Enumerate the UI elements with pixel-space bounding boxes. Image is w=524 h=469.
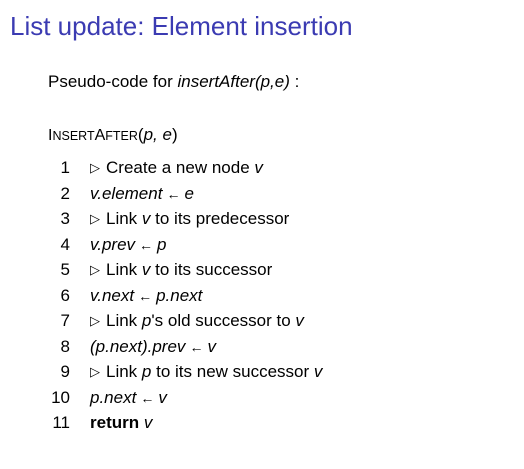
left-arrow-icon: ←	[166, 185, 181, 202]
slide-title: List update: Element insertion	[10, 11, 353, 41]
intro-text: Pseudo-code for insertAfter(p,e) :	[48, 71, 299, 93]
left-arrow-icon: ←	[138, 287, 153, 304]
code-content: v.prev ← p	[90, 234, 167, 256]
line-number: 1	[60, 158, 70, 177]
algorithm-name-rest-1: NSERT	[52, 129, 95, 143]
comment-triangle-icon: ▷	[90, 211, 100, 226]
assignment-lhs: v.element	[90, 183, 163, 203]
comment-text: Create a new node	[106, 158, 255, 177]
code-content: ▷ Link p to its new successor v	[90, 361, 322, 384]
assignment-lhs: (p.next).prev	[90, 336, 186, 356]
variable: p	[141, 311, 152, 330]
code-content: v.next ← p.next	[90, 285, 202, 307]
code-content: (p.next).prev ← v	[90, 336, 216, 358]
line-number: 5	[60, 260, 70, 279]
line-number: 2	[60, 183, 70, 203]
comment-text: 's old successor to	[151, 311, 296, 330]
line-number: 4	[60, 234, 70, 254]
comment-triangle-icon: ▷	[90, 364, 100, 379]
comment-text: Link	[106, 311, 142, 330]
assignment-lhs: v.next	[90, 285, 135, 305]
variable: v	[313, 362, 323, 381]
code-content: ▷ Link v to its predecessor	[90, 208, 289, 231]
line-number: 7	[60, 311, 70, 330]
line-number: 8	[60, 336, 70, 356]
comment-triangle-icon: ▷	[90, 313, 100, 328]
line-number: 10	[51, 387, 70, 407]
comment-text: to its new successor	[151, 362, 314, 381]
assignment-lhs: p.next	[90, 387, 137, 407]
algorithm-name-initial-2: A	[94, 127, 106, 144]
function-signature: insertAfter(p,e)	[177, 72, 290, 91]
left-arrow-icon: ←	[139, 236, 154, 253]
algorithm-header: INSERTAFTER(p, e)	[48, 124, 178, 147]
line-number: 9	[60, 362, 70, 381]
comment-triangle-icon: ▷	[90, 160, 100, 175]
code-content: v.element ← e	[90, 183, 194, 205]
comment-text: to its successor	[150, 260, 273, 279]
assignment-rhs: e	[184, 183, 194, 203]
left-arrow-icon: ←	[189, 338, 204, 355]
comment-triangle-icon: ▷	[90, 262, 100, 277]
line-number: 3	[60, 209, 70, 228]
code-content: ▷ Link v to its successor	[90, 259, 272, 282]
comment-text: Link	[106, 362, 142, 381]
code-content: return v	[90, 412, 152, 434]
variable: v	[295, 311, 304, 330]
code-content: ▷ Create a new node v	[90, 157, 263, 180]
line-number: 11	[52, 413, 70, 432]
algorithm-params: p, e	[143, 125, 172, 144]
line-number: 6	[60, 285, 70, 305]
assignment-lhs: v.prev	[90, 234, 136, 254]
code-content: p.next ← v	[90, 387, 167, 409]
comment-text: to its predecessor	[150, 209, 290, 228]
intro-suffix: :	[289, 72, 300, 91]
assignment-rhs: v	[207, 336, 216, 356]
intro-prefix: Pseudo-code for	[48, 72, 178, 91]
assignment-rhs: p	[157, 234, 167, 254]
algorithm-name-rest-2: FTER	[105, 129, 138, 143]
variable: v	[254, 158, 263, 177]
comment-text: Link	[106, 209, 142, 228]
return-keyword: return	[90, 413, 140, 432]
assignment-rhs: v	[158, 387, 167, 407]
left-arrow-icon: ←	[140, 389, 155, 406]
variable: v	[143, 413, 153, 432]
code-content: ▷ Link p's old successor to v	[90, 310, 304, 333]
close-paren: )	[171, 125, 178, 144]
variable: p	[141, 362, 152, 381]
assignment-rhs: p.next	[156, 285, 203, 305]
comment-text: Link	[106, 260, 142, 279]
